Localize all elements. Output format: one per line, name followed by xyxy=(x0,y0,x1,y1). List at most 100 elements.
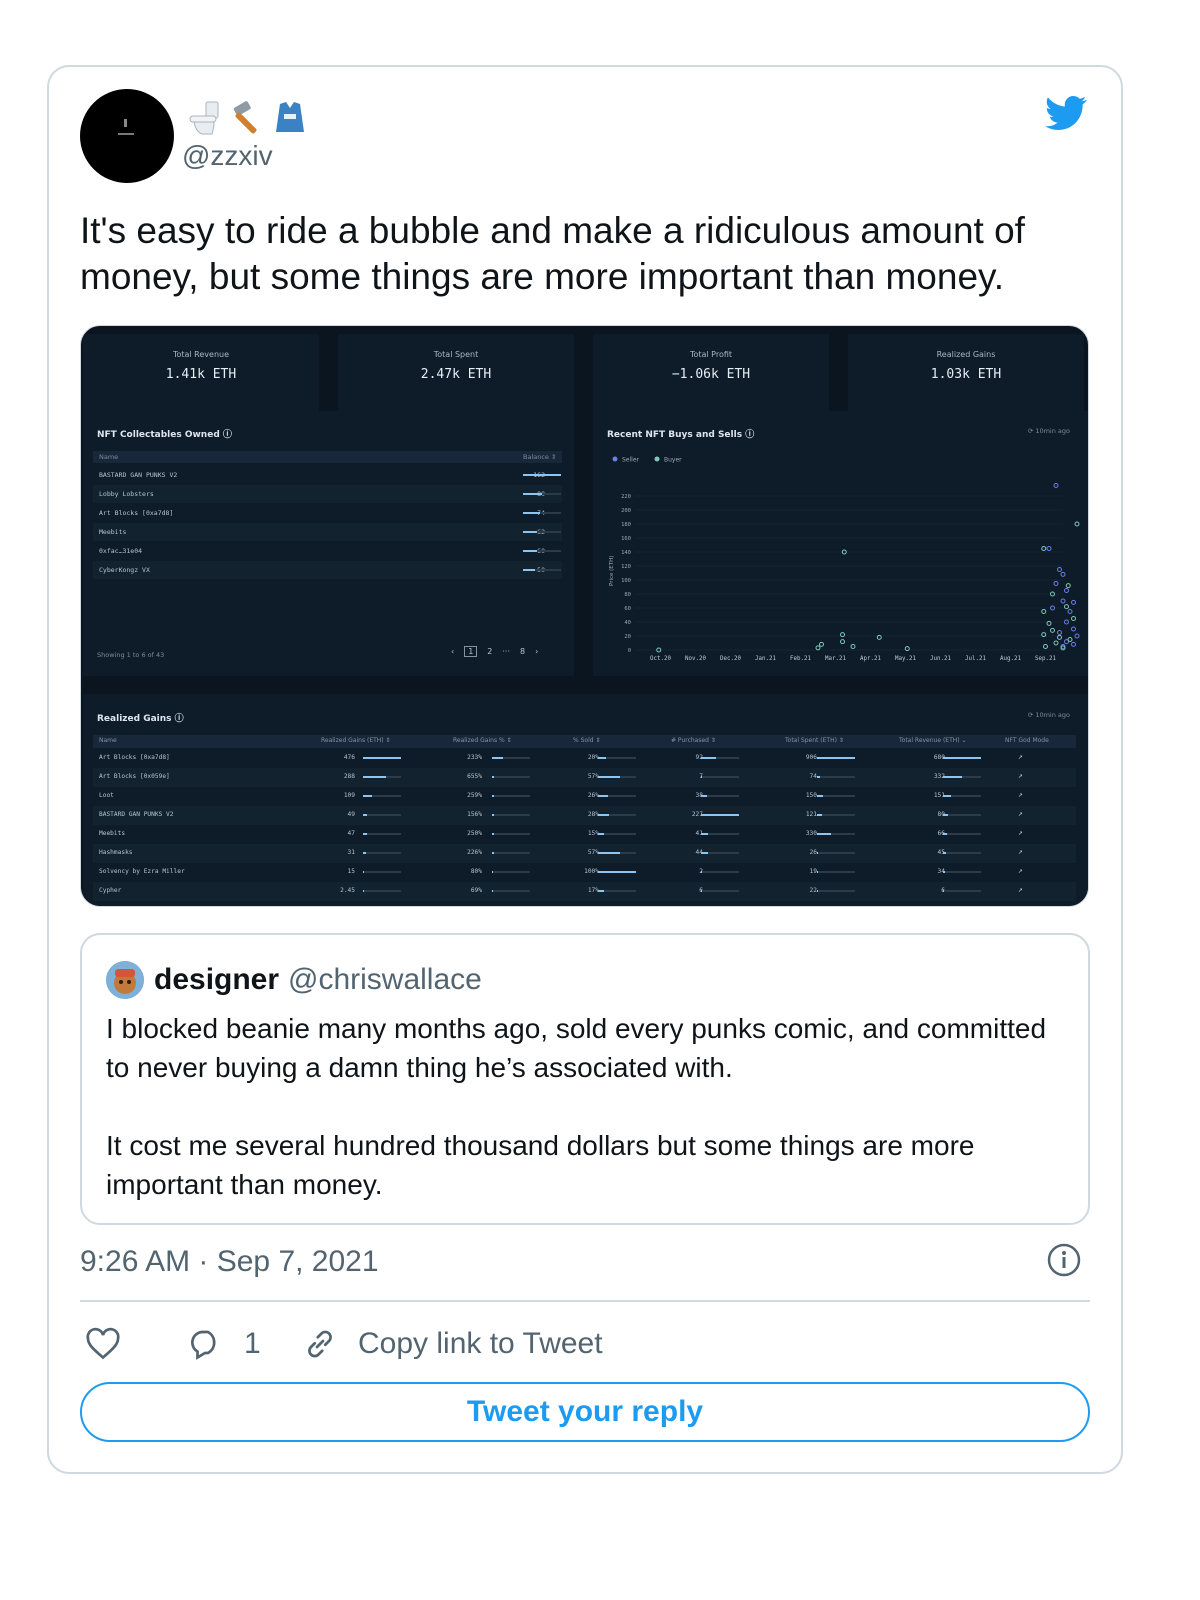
gains-cell-revenue: 6 xyxy=(909,887,945,894)
legend-swatch xyxy=(612,456,618,462)
gains-bar-fill xyxy=(943,833,947,835)
gains-row[interactable]: Cypher 2.45 69% 17% 6 22 6 ↗ xyxy=(93,882,1076,901)
gains-bar xyxy=(492,852,530,854)
gains-bar-fill xyxy=(817,871,818,873)
buyer-point xyxy=(1041,546,1047,551)
gains-row[interactable]: Loot 109 259% 26% 38 150 151 ↗ xyxy=(93,787,1076,806)
god-mode-link-icon[interactable]: ↗ xyxy=(1018,790,1023,799)
info-icon[interactable] xyxy=(1047,1243,1081,1277)
gains-col-header[interactable]: Realized Gains (ETH) ⇕ xyxy=(321,737,391,744)
gains-header: Name Realized Gains (ETH) ⇕ Realized Gains… xyxy=(93,735,1076,748)
gains-bar xyxy=(817,890,855,892)
quoted-handle[interactable]: @chriswallace xyxy=(288,963,482,997)
gains-col-header[interactable]: Total Revenue (ETH) ⌄ xyxy=(899,737,967,744)
gains-bar xyxy=(943,814,981,816)
quoted-name[interactable]: designer xyxy=(154,963,279,997)
owned-row[interactable]: CyberKongz VX50 xyxy=(93,561,562,579)
buyer-point xyxy=(1050,627,1055,633)
god-mode-link-icon[interactable]: ↗ xyxy=(1018,828,1023,837)
owned-row[interactable]: Art Blocks [0xa7d8]74 xyxy=(93,504,562,522)
col-balance[interactable]: Balance ⇕ xyxy=(523,453,556,461)
x-tick-label: Jun.21 xyxy=(930,656,951,662)
owned-row[interactable]: Lobby Lobsters80 xyxy=(93,485,562,503)
author-avatar[interactable] xyxy=(80,89,174,183)
god-mode-link-icon[interactable]: ↗ xyxy=(1018,752,1023,761)
twitter-bird-icon[interactable] xyxy=(1043,92,1089,134)
tweet-timestamp[interactable]: 9:26 AM · Sep 7, 2021 xyxy=(80,1245,379,1279)
gains-bar-fill xyxy=(598,852,620,854)
pager-page-2[interactable]: 2 xyxy=(487,647,492,656)
gains-bar-fill xyxy=(701,852,709,854)
gains-row[interactable]: Meebits 47 250% 15% 41 330 66 ↗ xyxy=(93,825,1076,844)
quoted-avatar[interactable] xyxy=(106,961,144,999)
balance-bar xyxy=(523,569,561,571)
gains-cell-spent: 330 xyxy=(805,830,817,837)
god-mode-link-icon[interactable]: ↗ xyxy=(1018,866,1023,875)
gains-row[interactable]: Hashmasks 31 226% 57% 44 26 45 ↗ xyxy=(93,844,1076,863)
dashboard-image[interactable]: Total Revenue 1.41k ETH Total Spent 2.47… xyxy=(80,325,1089,907)
god-mode-link-icon[interactable]: ↗ xyxy=(1018,847,1023,856)
author-handle[interactable]: @zzxiv xyxy=(182,140,273,172)
gains-row[interactable]: Solvency by Ezra Miller 15 80% 100% 2 19 34 ↗ xyxy=(93,863,1076,882)
like-button[interactable] xyxy=(84,1322,122,1366)
gains-bar xyxy=(701,852,739,854)
toilet-icon xyxy=(189,101,219,135)
stat-label: Total Profit xyxy=(689,350,733,359)
y-tick-label: 80 xyxy=(624,592,631,598)
gains-col-header[interactable]: % Sold ⇕ xyxy=(573,737,601,744)
balance-bar xyxy=(523,474,561,476)
owned-row[interactable]: BASTARD GAN PUNKS V2162 xyxy=(93,466,562,484)
gains-col-header[interactable]: Total Spent (ETH) ⇕ xyxy=(785,737,844,744)
owned-row[interactable]: Meebits62 xyxy=(93,523,562,541)
gains-cell-revenue: 151 xyxy=(933,792,945,799)
gains-bar xyxy=(817,852,855,854)
god-mode-link-icon[interactable]: ↗ xyxy=(1018,809,1023,818)
god-mode-link-icon[interactable]: ↗ xyxy=(1018,885,1023,894)
gains-bar xyxy=(701,833,739,835)
owned-row[interactable]: 0xfac…31e0460 xyxy=(93,542,562,560)
y-tick-label: 20 xyxy=(624,634,631,640)
pager-prev[interactable]: ‹ xyxy=(451,647,454,656)
gains-bar xyxy=(817,833,855,835)
gains-bar-fill xyxy=(943,852,946,854)
god-mode-link-icon[interactable]: ↗ xyxy=(1018,771,1023,780)
reply-action[interactable]: 1 xyxy=(186,1322,261,1366)
gains-cell-gpct: 233% xyxy=(467,754,482,761)
stat-total-spent: Total Spent 2.47k ETH xyxy=(338,334,574,418)
gains-title-text: Realized Gains xyxy=(97,714,172,724)
gains-cell-revenue: 45 xyxy=(937,849,945,856)
gains-col-header[interactable]: Realized Gains % ⇕ xyxy=(453,737,512,744)
gains-cell-sold: 100% xyxy=(584,868,599,875)
y-tick-label: 120 xyxy=(621,564,631,570)
tweet-your-reply-button[interactable]: Tweet your reply xyxy=(80,1382,1090,1442)
gains-bar xyxy=(598,833,636,835)
buyer-point xyxy=(840,639,845,645)
x-tick-label: May.21 xyxy=(895,656,916,662)
gains-cell-gpct: 655% xyxy=(467,773,482,780)
balance-bar-fill xyxy=(523,493,542,495)
gains-bar-fill xyxy=(943,776,962,778)
gains-row[interactable]: BASTARD GAN PUNKS V2 49 156% 28% 227 121 80 ↗ xyxy=(93,806,1076,825)
gains-cell-purchased: 92 xyxy=(695,754,703,761)
stat-value: 1.41k ETH xyxy=(165,367,237,382)
pager-next[interactable]: › xyxy=(535,647,538,656)
y-tick-label: 160 xyxy=(621,536,631,542)
gains-col-header[interactable]: # Purchased ⇕ xyxy=(671,737,716,744)
gains-name: Loot xyxy=(99,792,114,799)
gains-bar xyxy=(363,852,401,854)
gains-cell-spent: 150 xyxy=(805,792,817,799)
pager-current[interactable]: 1 xyxy=(464,646,478,657)
gains-bar xyxy=(701,814,739,816)
quoted-tweet[interactable]: designer @chriswallace I blocked beanie … xyxy=(80,933,1090,1225)
gains-name: Art Blocks [0x059e] xyxy=(99,773,170,780)
gains-bar xyxy=(598,890,636,892)
gains-row[interactable]: Art Blocks [0xa7d8] 476 233% 20% 92 906 680 ↗ xyxy=(93,749,1076,768)
gains-bar xyxy=(492,776,530,778)
gains-bar-fill xyxy=(598,757,606,759)
pager-last[interactable]: 8 xyxy=(520,647,525,656)
seller-point xyxy=(1074,633,1080,639)
gains-row[interactable]: Art Blocks [0x059e] 288 655% 57% 7 74 332 ↗ xyxy=(93,768,1076,787)
gains-bar-fill xyxy=(817,776,821,778)
copy-link-action[interactable]: Copy link to Tweet xyxy=(302,1322,603,1366)
gains-cell-gains: 476 xyxy=(343,754,355,761)
